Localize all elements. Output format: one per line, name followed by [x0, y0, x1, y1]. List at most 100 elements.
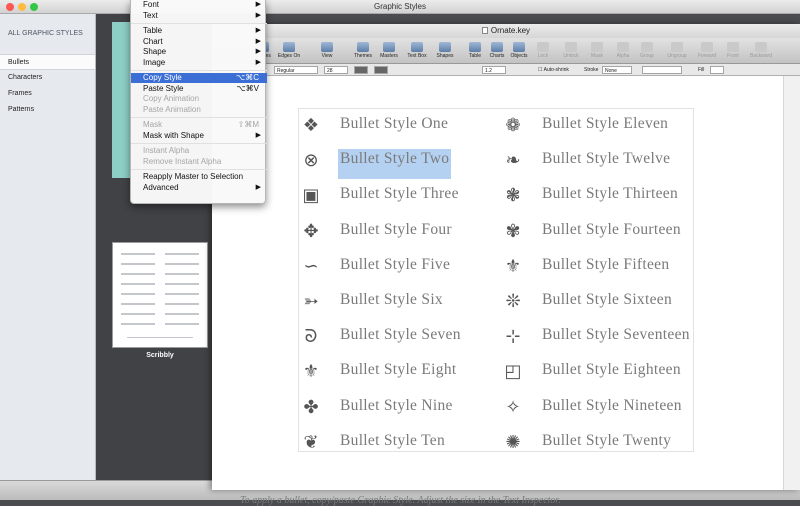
- menu-item-reapply-master-to-selection[interactable]: Reapply Master to Selection: [131, 172, 267, 182]
- menu-item-shape[interactable]: Shape ▶: [131, 47, 267, 57]
- menu-item-advanced[interactable]: Advanced ▶: [131, 183, 267, 193]
- bullet-text[interactable]: Bullet Style Thirteen: [542, 184, 678, 204]
- toolbar-backward-button[interactable]: Backward: [746, 42, 776, 59]
- menu-item-copy-animation[interactable]: Copy Animation: [131, 94, 267, 104]
- sidebar-header: ALL GRAPHIC STYLES: [8, 30, 83, 37]
- bullet-text[interactable]: Bullet Style Eight: [340, 360, 456, 380]
- bullet-row[interactable]: ❦ Bullet Style Ten: [300, 429, 500, 455]
- menu-item-copy-style[interactable]: Copy Style ⌥⌘C: [131, 73, 267, 83]
- bullet-text[interactable]: Bullet Style Twelve: [542, 149, 670, 169]
- stroke-width-field[interactable]: [642, 66, 682, 74]
- bullet-text[interactable]: Bullet Style Seven: [340, 325, 461, 345]
- bullet-row[interactable]: ✥ Bullet Style Four: [300, 218, 500, 244]
- bullet-text[interactable]: Bullet Style Three: [340, 184, 459, 204]
- sidebar-item-bullets[interactable]: Bullets: [0, 54, 95, 70]
- minimize-window-button[interactable]: [18, 3, 26, 11]
- font-style-select[interactable]: Regular: [274, 66, 318, 74]
- menu-item-font[interactable]: Font ▶: [131, 0, 267, 10]
- menu-item-instant-alpha[interactable]: Instant Alpha: [131, 146, 267, 156]
- masters-icon: [383, 42, 395, 52]
- toolbar-masters-button[interactable]: Masters: [374, 42, 404, 59]
- bullet-row[interactable]: ❧ Bullet Style Twelve: [502, 147, 702, 173]
- sidebar-item-frames[interactable]: Frames: [0, 86, 95, 102]
- bullet-text[interactable]: Bullet Style Fifteen: [542, 255, 669, 275]
- menu-item-label: Text: [143, 10, 158, 20]
- vertical-scrollbar[interactable]: [784, 76, 800, 490]
- bullet-row[interactable]: ▣ Bullet Style Three: [300, 182, 500, 208]
- bullet-row[interactable]: ➳ Bullet Style Six: [300, 288, 500, 314]
- bullet-text[interactable]: Bullet Style Ten: [340, 431, 445, 451]
- bullet-row[interactable]: ✤ Bullet Style Nine: [300, 394, 500, 420]
- toolbar-shapes-button[interactable]: Shapes: [430, 42, 460, 59]
- slide[interactable]: ❖ Bullet Style One ⊗ Bullet Style Two ▣ Bulle…: [298, 108, 694, 452]
- bullet-row[interactable]: ✾ Bullet Style Fourteen: [502, 218, 702, 244]
- bullet-row[interactable]: ✺ Bullet Style Twenty: [502, 429, 702, 455]
- menu-item-mask-with-shape[interactable]: Mask with Shape ▶: [131, 131, 267, 141]
- bullet-row[interactable]: ❖ Bullet Style One: [300, 112, 500, 138]
- menu-item-paste-animation[interactable]: Paste Animation: [131, 105, 267, 115]
- bullet-text[interactable]: Bullet Style Twenty: [542, 431, 671, 451]
- bullet-text[interactable]: Bullet Style One: [340, 114, 448, 134]
- bullet-row[interactable]: ⊹ Bullet Style Seventeen: [502, 323, 702, 349]
- bullet-row[interactable]: ✧ Bullet Style Nineteen: [502, 394, 702, 420]
- toolbar-ungroup-button[interactable]: Ungroup: [662, 42, 692, 59]
- background-color-well[interactable]: [374, 66, 388, 74]
- menu-item-paste-style[interactable]: Paste Style ⌥⌘V: [131, 84, 267, 94]
- sidebar-item-characters[interactable]: Characters: [0, 70, 95, 86]
- bullet-row[interactable]: ᘐ Bullet Style Seven: [300, 323, 500, 349]
- toolbar-edges-button[interactable]: Edges On: [274, 42, 304, 59]
- bullet-row[interactable]: ⊗ Bullet Style Two: [300, 147, 500, 180]
- zoom-window-button[interactable]: [30, 3, 38, 11]
- menu-item-label: Shape: [143, 47, 167, 56]
- bullet-row[interactable]: ◰ Bullet Style Eighteen: [502, 358, 702, 384]
- bullet-text[interactable]: Bullet Style Fourteen: [542, 220, 681, 240]
- toolbar-front-button[interactable]: Front: [718, 42, 748, 59]
- bullet-text[interactable]: Bullet Style Nine: [340, 396, 453, 416]
- submenu-arrow-icon: ▶: [255, 183, 261, 191]
- bullet-text[interactable]: Bullet Style Eighteen: [542, 360, 681, 380]
- bullet-text[interactable]: Bullet Style Seventeen: [542, 325, 690, 345]
- alpha-icon: [617, 42, 629, 52]
- theme-thumbnail[interactable]: [112, 22, 132, 178]
- sidebar-item-patterns[interactable]: Patterns: [0, 102, 95, 118]
- toolbar-group-button[interactable]: Group: [632, 42, 662, 59]
- bullet-row[interactable]: ❁ Bullet Style Eleven: [502, 112, 702, 138]
- fill-color-well[interactable]: [710, 66, 724, 74]
- bullet-row[interactable]: ∽ Bullet Style Five: [300, 253, 500, 279]
- menu-item-chart[interactable]: Chart ▶: [131, 37, 267, 47]
- menu-item-table[interactable]: Table ▶: [131, 26, 267, 36]
- bullet-text[interactable]: Bullet Style Sixteen: [542, 290, 672, 310]
- toolbar-view-button[interactable]: View: [312, 42, 342, 59]
- bullet-text[interactable]: Bullet Style Five: [340, 255, 450, 275]
- toolbar-label: Edges On: [277, 53, 301, 59]
- menu-item-remove-instant-alpha[interactable]: Remove Instant Alpha: [131, 157, 267, 167]
- menu-item-text[interactable]: Text ▶: [131, 11, 267, 21]
- selected-bullet-text[interactable]: Bullet Style Two: [338, 149, 452, 180]
- bullet-row[interactable]: ⚜ Bullet Style Eight: [300, 358, 500, 384]
- toolbar-label: Forward: [697, 53, 717, 59]
- menu-item-mask[interactable]: Mask ⇧⌘M: [131, 120, 267, 130]
- close-window-button[interactable]: [6, 3, 14, 11]
- bullet-text[interactable]: Bullet Style Four: [340, 220, 452, 240]
- bullet-row[interactable]: ⚜ Bullet Style Fifteen: [502, 253, 702, 279]
- line-spacing-select[interactable]: 1.2: [482, 66, 506, 74]
- bullet-text[interactable]: Bullet Style Nineteen: [542, 396, 682, 416]
- themes-icon: [357, 42, 369, 52]
- shapes-icon: [439, 42, 451, 52]
- heart-leaf-icon: ❧: [505, 150, 521, 171]
- autoshrink-checkbox[interactable]: ☐ Auto-shrink: [538, 66, 569, 74]
- slide-canvas[interactable]: ❖ Bullet Style One ⊗ Bullet Style Two ▣ Bulle…: [212, 76, 784, 506]
- bullet-text[interactable]: Bullet Style Six: [340, 290, 443, 310]
- theme-thumbnail-scribbly[interactable]: [112, 242, 208, 348]
- fleur-de-lis-icon: ⚜: [504, 255, 522, 276]
- toolbar-label: Lock: [537, 53, 549, 59]
- font-size-select[interactable]: 28: [324, 66, 348, 74]
- bullet-text[interactable]: Bullet Style Eleven: [542, 114, 668, 134]
- bullet-row[interactable]: ❊ Bullet Style Sixteen: [502, 288, 702, 314]
- stroke-select[interactable]: None: [602, 66, 632, 74]
- toolbar-text-box-button[interactable]: Text Box: [402, 42, 432, 59]
- text-color-well[interactable]: [354, 66, 368, 74]
- toolbar-lock-button[interactable]: Lock: [528, 42, 558, 59]
- bullet-row[interactable]: ❃ Bullet Style Thirteen: [502, 182, 702, 208]
- menu-item-image[interactable]: Image ▶: [131, 58, 267, 68]
